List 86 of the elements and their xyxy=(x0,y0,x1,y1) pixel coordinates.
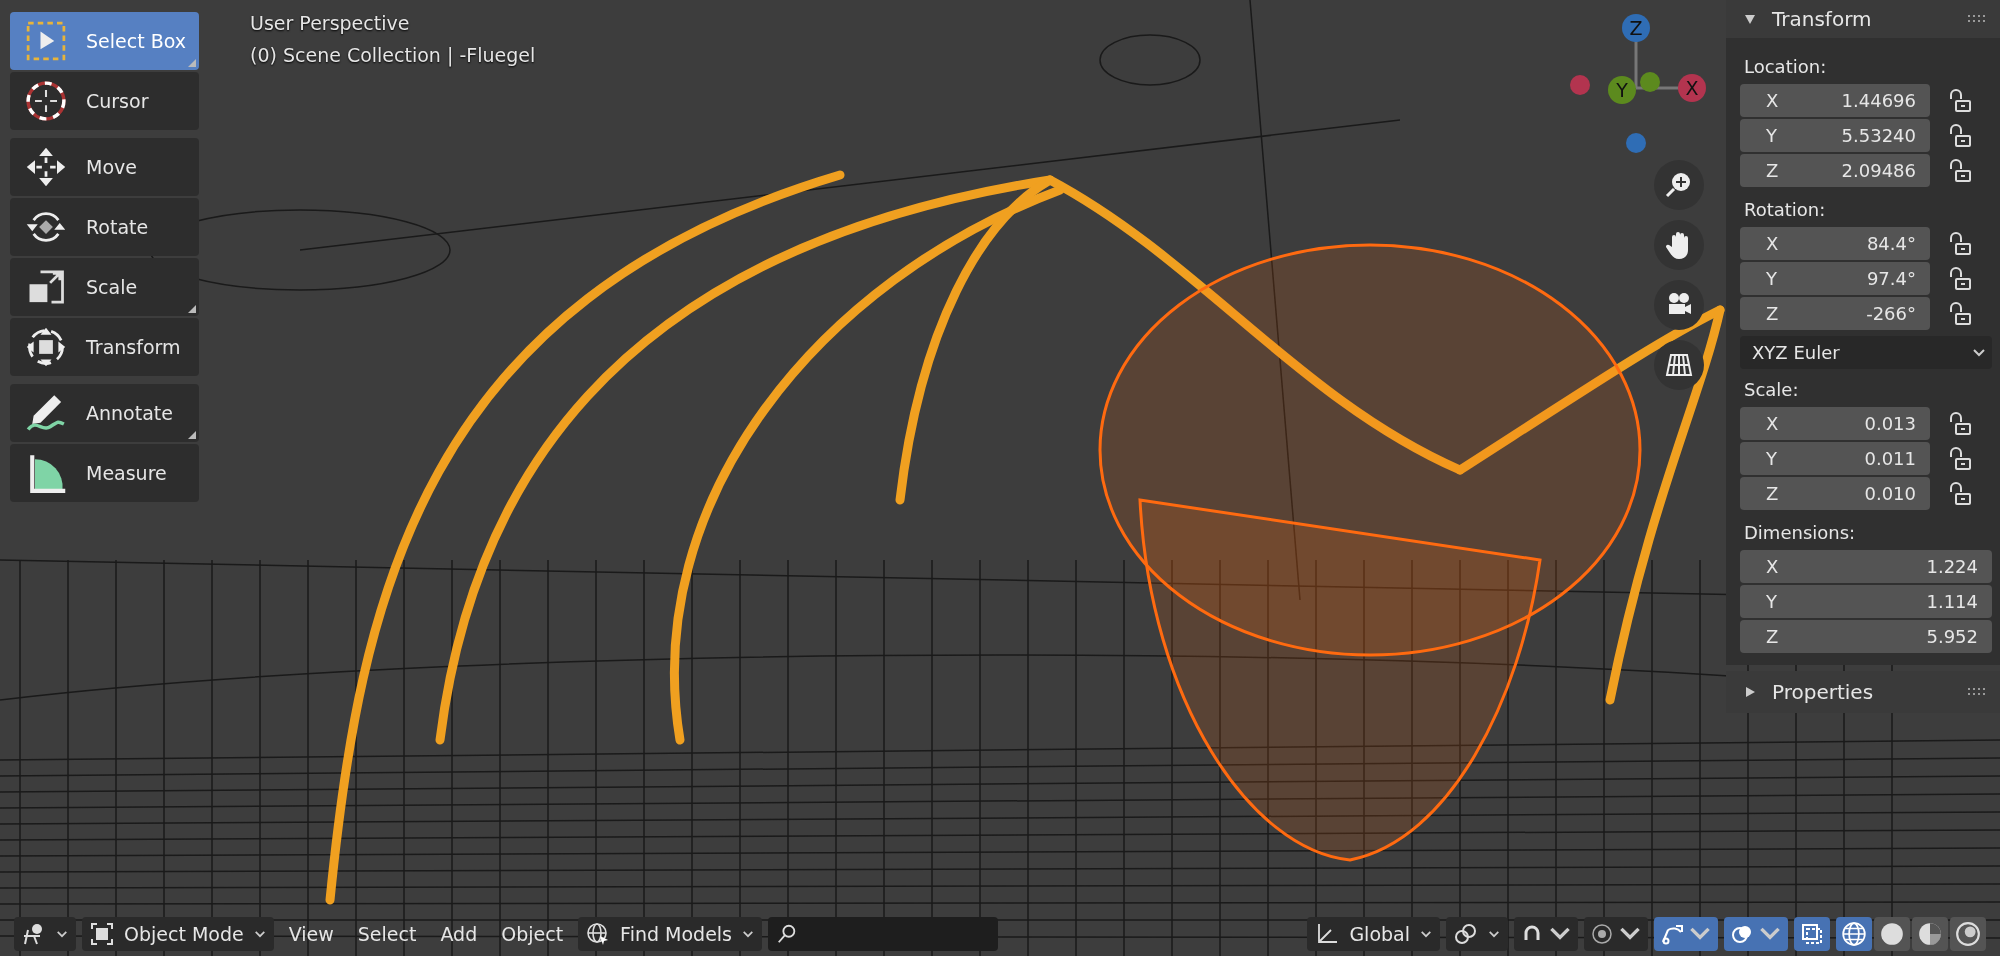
find-models-dropdown[interactable]: Find Models xyxy=(578,917,762,951)
proportional-toggle[interactable] xyxy=(1584,917,1648,951)
overlays-toggle[interactable] xyxy=(1724,917,1788,951)
mode-dropdown[interactable]: Object Mode xyxy=(82,917,274,951)
menu-item[interactable]: View xyxy=(279,917,343,951)
chevron-icon xyxy=(253,929,266,939)
number-field[interactable]: Z 0.010 xyxy=(1740,477,1930,510)
chevron-icon xyxy=(742,929,754,939)
number-field[interactable]: Y 0.011 xyxy=(1740,442,1930,475)
padlock-icon[interactable] xyxy=(1948,446,1974,471)
cursor-tool-icon xyxy=(24,79,68,123)
number-field[interactable]: X 84.4° xyxy=(1740,227,1930,260)
link-rings-icon xyxy=(1454,922,1478,946)
disclosure-triangle-icon xyxy=(1744,13,1756,25)
padlock-icon[interactable] xyxy=(1948,411,1974,436)
menu-item[interactable]: Object xyxy=(492,917,573,951)
section-label: Location: xyxy=(1743,55,1828,79)
chevron-icon xyxy=(1972,347,1986,358)
number-field[interactable]: Y 1.114 xyxy=(1740,585,1992,618)
padlock-icon[interactable] xyxy=(1948,123,1974,148)
negative-axis-dot[interactable] xyxy=(1640,72,1660,92)
number-field[interactable]: Y 97.4° xyxy=(1740,262,1930,295)
number-field[interactable]: Z 5.952 xyxy=(1740,620,1992,653)
padlock-icon[interactable] xyxy=(1948,481,1974,506)
camera-icon[interactable] xyxy=(1654,280,1704,330)
transform-tool-icon xyxy=(24,325,68,369)
gizmo-toggle[interactable] xyxy=(1654,917,1718,951)
padlock-icon[interactable] xyxy=(1948,231,1974,256)
padlock-icon[interactable] xyxy=(1948,301,1974,326)
chevron-icon xyxy=(1420,929,1432,939)
section-label: Scale: xyxy=(1743,378,1800,402)
search-icon xyxy=(776,923,798,945)
pivot-dropdown[interactable] xyxy=(1446,917,1508,951)
zoom-icon[interactable] xyxy=(1654,160,1704,210)
tool-button[interactable]: Rotate xyxy=(10,198,199,256)
number-field[interactable]: X 0.013 xyxy=(1740,407,1930,440)
menu-item[interactable]: Select xyxy=(348,917,426,951)
chevron-icon xyxy=(56,929,68,939)
axis-handle[interactable]: Y xyxy=(1608,76,1636,104)
axes-icon xyxy=(1315,922,1340,946)
number-field[interactable]: Z -266° xyxy=(1740,297,1930,330)
padlock-icon[interactable] xyxy=(1948,158,1974,183)
menu-item[interactable]: Add xyxy=(431,917,487,951)
tool-button[interactable]: Cursor xyxy=(10,72,199,130)
padlock-icon[interactable] xyxy=(1948,266,1974,291)
section-label: Dimensions: xyxy=(1743,521,1857,545)
axis-handle[interactable]: Z xyxy=(1622,14,1650,42)
negative-axis-dot[interactable] xyxy=(1570,75,1590,95)
xray-toggle[interactable] xyxy=(1794,917,1830,951)
hand-icon[interactable] xyxy=(1654,220,1704,270)
tool-button[interactable]: Annotate xyxy=(10,384,199,442)
chevron-icon xyxy=(1488,929,1500,939)
grip-icon xyxy=(1968,687,1988,697)
tool-button[interactable]: Transform xyxy=(10,318,199,376)
tool-button[interactable]: Measure xyxy=(10,444,199,502)
solid-shading-button[interactable] xyxy=(1874,917,1910,951)
negative-axis-dot[interactable] xyxy=(1626,133,1646,153)
tool-button[interactable]: Select Box xyxy=(10,12,199,70)
overlapping-squares-icon xyxy=(1800,922,1824,946)
cube-square-icon xyxy=(90,922,114,946)
move-tool-icon xyxy=(24,145,68,189)
select-tool-icon xyxy=(24,19,68,63)
tool-button[interactable]: Scale xyxy=(10,258,199,316)
tool-button[interactable]: Move xyxy=(10,138,199,196)
number-field[interactable]: X 1.224 xyxy=(1740,550,1992,583)
properties-panel-header[interactable]: Properties xyxy=(1726,671,2000,713)
snap-toggle[interactable] xyxy=(1514,917,1578,951)
material-shading-button[interactable] xyxy=(1912,917,1948,951)
wireframe-shading-button[interactable] xyxy=(1836,917,1872,951)
number-field[interactable]: Y 5.53240 xyxy=(1740,119,1930,152)
number-field[interactable]: X 1.44696 xyxy=(1740,84,1930,117)
padlock-icon[interactable] xyxy=(1948,88,1974,113)
disclosure-triangle-icon xyxy=(1744,686,1756,698)
target-icon xyxy=(1590,922,1614,946)
orientation-dropdown[interactable]: Global xyxy=(1307,917,1440,951)
number-field[interactable]: Z 2.09486 xyxy=(1740,154,1930,187)
grid-icon[interactable] xyxy=(1654,340,1704,390)
collection-label: (0) Scene Collection | -Fluegel xyxy=(250,44,536,66)
grip-icon xyxy=(1968,14,1988,24)
rendered-shading-button[interactable] xyxy=(1950,917,1986,951)
rotation-mode-dropdown[interactable]: XYZ Euler xyxy=(1740,336,1992,369)
view-title: User Perspective xyxy=(250,12,411,34)
arc-arrow-icon xyxy=(1660,922,1684,946)
editor-type-button[interactable] xyxy=(14,917,76,951)
search-field[interactable] xyxy=(768,917,998,951)
section-label: Rotation: xyxy=(1743,198,1827,222)
